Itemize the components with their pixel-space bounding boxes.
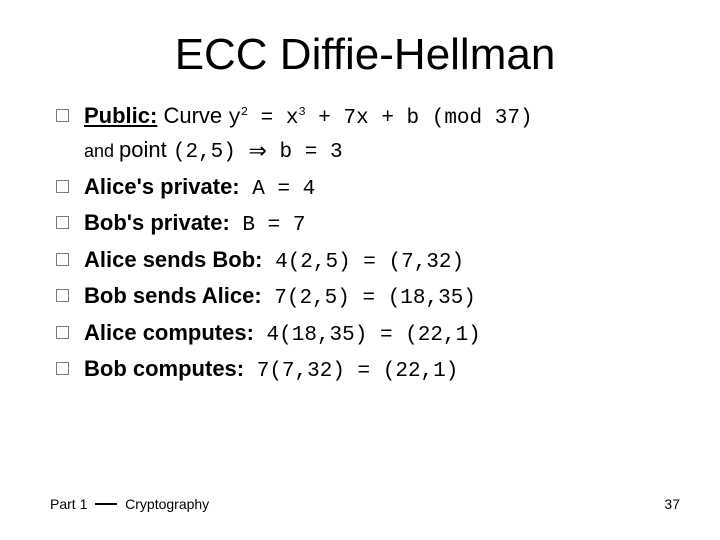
- list-item: Alice's private: A = 4: [56, 171, 680, 205]
- list-item: Bob computes: 7(7,32) = (22,1): [56, 353, 680, 387]
- point-value: (2,5): [173, 141, 249, 164]
- label-public: Public:: [84, 103, 157, 128]
- label-alice-private: Alice's private:: [84, 174, 240, 199]
- eq-mid: = x: [248, 107, 298, 130]
- bullet-icon: [56, 180, 69, 193]
- footer-text: Part 1 Cryptography: [50, 496, 209, 512]
- label-alice-sends: Alice sends Bob:: [84, 247, 262, 272]
- bullet-icon: [56, 289, 69, 302]
- bullet-icon: [56, 216, 69, 229]
- bullet-icon: [56, 109, 69, 122]
- value: 4(18,35) = (22,1): [254, 324, 481, 347]
- list-item: Alice sends Bob: 4(2,5) = (7,32): [56, 244, 680, 278]
- text-and: and: [84, 141, 119, 161]
- sup-3: 3: [299, 105, 306, 119]
- bullet-icon: [56, 362, 69, 375]
- b-value: b = 3: [267, 141, 343, 164]
- label-bob-sends: Bob sends Alice:: [84, 283, 262, 308]
- value: A = 4: [240, 178, 316, 201]
- list-item: Bob's private: B = 7: [56, 207, 680, 241]
- slide: ECC Diffie-Hellman Public: Curve y2 = x3…: [0, 0, 720, 540]
- list-item: Alice computes: 4(18,35) = (22,1): [56, 317, 680, 351]
- eq-tail: + 7x + b (mod 37): [306, 107, 533, 130]
- list-item: Public: Curve y2 = x3 + 7x + b (mod 37) …: [56, 100, 680, 169]
- list-item: Bob sends Alice: 7(2,5) = (18,35): [56, 280, 680, 314]
- text-point: point: [119, 137, 173, 162]
- footer-part: Part 1: [50, 496, 91, 512]
- equation: y2 = x3 + 7x + b (mod 37): [228, 107, 532, 130]
- value: 7(7,32) = (22,1): [244, 360, 458, 383]
- bullet-list: Public: Curve y2 = x3 + 7x + b (mod 37) …: [56, 100, 680, 388]
- bullet-icon: [56, 253, 69, 266]
- dash-icon: [95, 503, 117, 505]
- page-number: 37: [664, 496, 680, 512]
- label-alice-computes: Alice computes:: [84, 320, 254, 345]
- bullet-icon: [56, 326, 69, 339]
- sup-2: 2: [241, 105, 248, 119]
- value: 7(2,5) = (18,35): [262, 287, 476, 310]
- implies-icon: ⇒: [249, 138, 267, 163]
- eq-y: y: [228, 107, 241, 130]
- footer-topic: Cryptography: [121, 496, 209, 512]
- text: Curve: [157, 103, 228, 128]
- slide-title: ECC Diffie-Hellman: [50, 30, 680, 80]
- value: B = 7: [230, 214, 306, 237]
- label-bob-private: Bob's private:: [84, 210, 230, 235]
- label-bob-computes: Bob computes:: [84, 356, 244, 381]
- value: 4(2,5) = (7,32): [262, 251, 464, 274]
